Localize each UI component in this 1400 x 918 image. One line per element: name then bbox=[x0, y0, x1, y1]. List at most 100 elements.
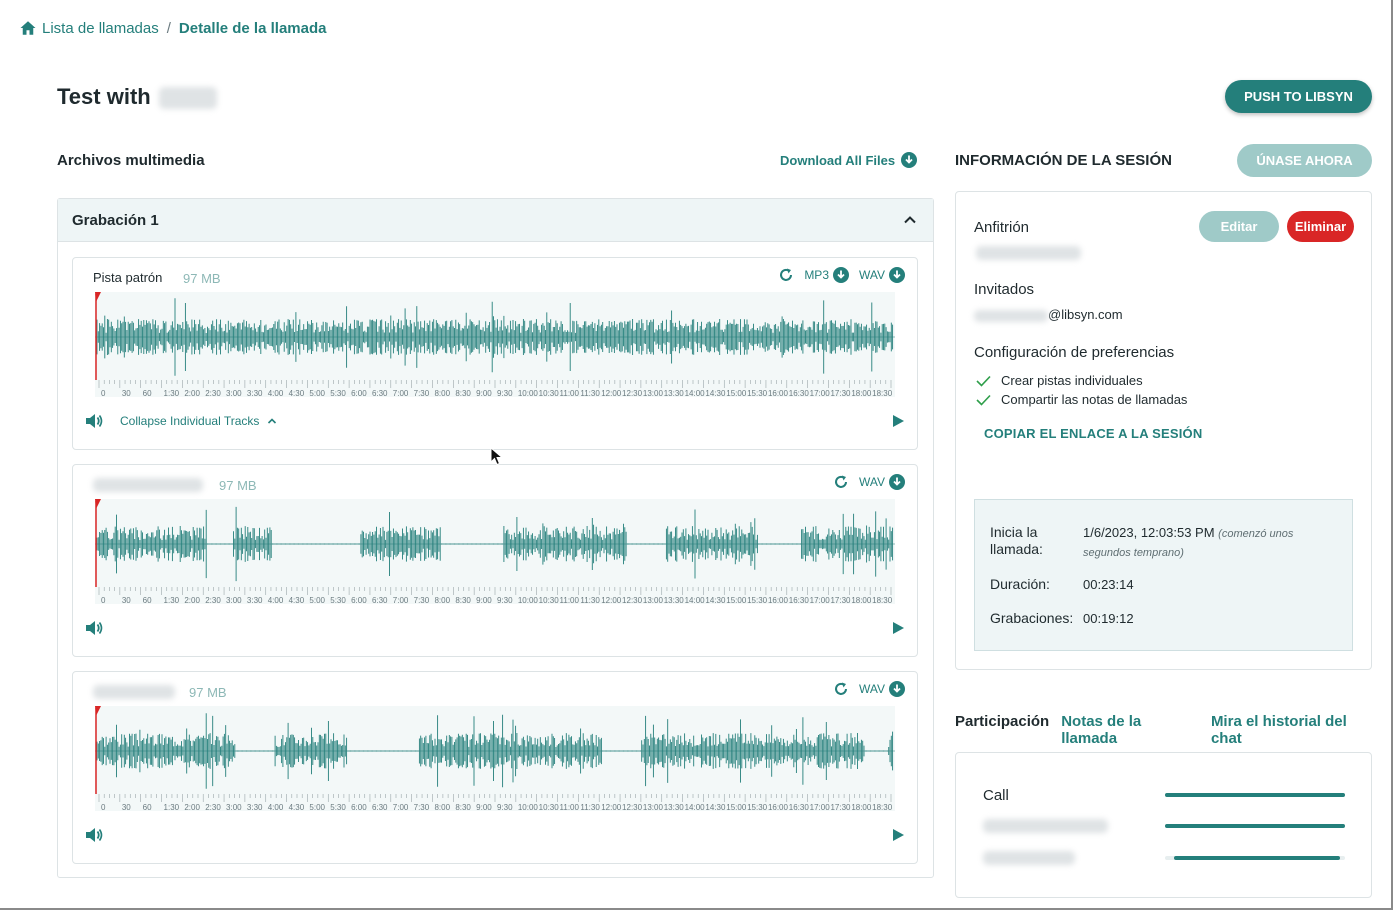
playhead-marker[interactable] bbox=[95, 499, 101, 509]
waveform[interactable]: 0 30 60 1:30 2:00 2:30 3:00 3:30 4:00 4:30 5:00 5:3… bbox=[95, 706, 895, 811]
edit-button[interactable]: Editar bbox=[1199, 211, 1279, 242]
participation-tabs: Participación Notas de la llamada Mira e… bbox=[955, 713, 1391, 747]
download-icon[interactable] bbox=[889, 474, 905, 490]
timeline-label: 6:00 bbox=[351, 389, 367, 397]
push-to-libsyn-button[interactable]: PUSH TO LIBSYN bbox=[1225, 80, 1372, 113]
guests-label: Invitados bbox=[974, 281, 1035, 298]
timeline-label: 11:00 bbox=[560, 596, 580, 604]
redacted-track-name bbox=[93, 685, 175, 699]
timeline-label: 18:00 bbox=[851, 803, 872, 811]
timeline-label: 8:00 bbox=[434, 803, 450, 811]
track-controls: Collapse Individual Tracks bbox=[85, 410, 905, 432]
participation-bar bbox=[1165, 793, 1345, 797]
timeline-label: 11:00 bbox=[560, 803, 580, 811]
preference-label: Crear pistas individuales bbox=[1001, 373, 1143, 388]
volume-icon[interactable] bbox=[85, 827, 103, 843]
timeline-label: 14:30 bbox=[705, 389, 726, 397]
download-icon[interactable] bbox=[833, 267, 849, 283]
timeline-label: 15:00 bbox=[726, 803, 747, 811]
play-icon[interactable] bbox=[891, 828, 905, 842]
chevron-up-icon[interactable] bbox=[903, 213, 917, 227]
breadcrumb-home-link[interactable]: Lista de llamadas bbox=[42, 20, 159, 37]
timeline-label: 18:30 bbox=[872, 803, 893, 811]
timeline-label: 6:00 bbox=[351, 803, 367, 811]
recording-header[interactable]: Grabación 1 bbox=[58, 199, 933, 242]
download-all-label: Download All Files bbox=[780, 152, 896, 168]
playhead-marker[interactable] bbox=[95, 706, 101, 716]
refresh-icon[interactable] bbox=[833, 681, 849, 697]
guest-email-domain: @libsyn.com bbox=[1048, 307, 1123, 322]
timeline-label: 5:00 bbox=[309, 389, 325, 397]
timeline-label: 15:00 bbox=[726, 596, 747, 604]
timeline-label: 11:30 bbox=[580, 596, 600, 604]
timeline-label: 11:30 bbox=[580, 389, 600, 397]
delete-button[interactable]: Eliminar bbox=[1287, 211, 1354, 242]
chevron-up-icon bbox=[268, 418, 277, 424]
timeline-label: 18:00 bbox=[851, 596, 872, 604]
timeline-label: 3:30 bbox=[247, 803, 263, 811]
timeline-label: 12:00 bbox=[601, 803, 622, 811]
waveform[interactable]: 0 30 60 1:30 2:00 2:30 3:00 3:30 4:00 4:30 5:00 5:3… bbox=[95, 292, 895, 397]
timeline-label: 14:00 bbox=[685, 596, 706, 604]
preference-item: Compartir las notas de llamadas bbox=[976, 392, 1187, 407]
app-window: Lista de llamadas / Detalle de la llamad… bbox=[0, 0, 1393, 910]
timeline-label: 2:30 bbox=[205, 389, 221, 397]
timeline-label: 5:30 bbox=[330, 389, 346, 397]
timeline-label: 2:00 bbox=[184, 803, 200, 811]
timeline-label: 10:30 bbox=[539, 803, 560, 811]
timeline-label: 17:30 bbox=[830, 596, 851, 604]
timeline-label: 4:00 bbox=[268, 389, 284, 397]
copy-session-link[interactable]: COPIAR EL ENLACE A LA SESIÓN bbox=[984, 426, 1202, 441]
volume-icon[interactable] bbox=[85, 620, 103, 636]
session-section-title: INFORMACIÓN DE LA SESIÓN bbox=[955, 152, 1172, 169]
refresh-icon[interactable] bbox=[833, 474, 849, 490]
media-section-title: Archivos multimedia bbox=[57, 152, 205, 169]
tab-participation[interactable]: Participación bbox=[955, 713, 1049, 747]
check-icon bbox=[976, 394, 991, 406]
timeline-label: 16:30 bbox=[789, 596, 810, 604]
timeline-label: 7:00 bbox=[393, 596, 409, 604]
preference-label: Compartir las notas de llamadas bbox=[1001, 392, 1188, 407]
timeline-label: 7:30 bbox=[414, 389, 430, 397]
timeline-label: 60 bbox=[143, 803, 152, 811]
wav-download-link[interactable]: WAV bbox=[859, 268, 885, 282]
download-icon[interactable] bbox=[889, 681, 905, 697]
tab-chat-history[interactable]: Mira el historial del chat bbox=[1211, 713, 1379, 747]
wav-download-link[interactable]: WAV bbox=[859, 475, 885, 489]
timeline-label: 10:00 bbox=[518, 389, 539, 397]
call-start-label: Inicia la llamada: bbox=[990, 524, 1043, 557]
collapse-tracks-link[interactable]: Collapse Individual Tracks bbox=[120, 414, 277, 428]
timeline-label: 2:30 bbox=[205, 803, 221, 811]
timeline-label: 6:30 bbox=[372, 803, 388, 811]
track-card-participant: 97 MB WAV 0 30 60 1:30 2:00 2:30 3:00 3:30 4:00 4… bbox=[72, 464, 918, 657]
recording-title: Grabación 1 bbox=[72, 211, 159, 229]
timeline-label: 5:30 bbox=[330, 803, 346, 811]
playhead-marker[interactable] bbox=[95, 292, 101, 302]
timeline-label: 9:00 bbox=[476, 596, 492, 604]
tab-call-notes[interactable]: Notas de la llamada bbox=[1061, 713, 1199, 747]
timeline-label: 6:30 bbox=[372, 389, 388, 397]
participation-row bbox=[983, 848, 1345, 868]
home-icon[interactable] bbox=[19, 19, 37, 37]
download-icon[interactable] bbox=[889, 267, 905, 283]
timeline-label: 3:00 bbox=[226, 389, 242, 397]
join-now-button[interactable]: ÚNASE AHORA bbox=[1237, 144, 1372, 177]
timeline-label: 10:00 bbox=[518, 803, 539, 811]
timeline-label: 7:30 bbox=[414, 596, 430, 604]
recording-panel: Grabación 1 Pista patrón 97 MB MP3 WAV 0… bbox=[57, 198, 934, 878]
timeline-label: 13:30 bbox=[664, 803, 685, 811]
timeline-label: 17:00 bbox=[810, 389, 831, 397]
timeline-label: 16:00 bbox=[768, 596, 789, 604]
track-size: 97 MB bbox=[183, 271, 221, 286]
play-icon[interactable] bbox=[891, 414, 905, 428]
timeline-label: 7:00 bbox=[393, 803, 409, 811]
timeline-label: 4:30 bbox=[289, 596, 305, 604]
download-all-link[interactable]: Download All Files bbox=[780, 152, 918, 168]
wav-download-link[interactable]: WAV bbox=[859, 682, 885, 696]
refresh-icon[interactable] bbox=[778, 267, 794, 283]
play-icon[interactable] bbox=[891, 621, 905, 635]
mp3-download-link[interactable]: MP3 bbox=[804, 268, 829, 282]
redacted-participant-name bbox=[983, 851, 1075, 865]
waveform[interactable]: 0 30 60 1:30 2:00 2:30 3:00 3:30 4:00 4:30 5:00 5:3… bbox=[95, 499, 895, 604]
volume-icon[interactable] bbox=[85, 413, 103, 429]
